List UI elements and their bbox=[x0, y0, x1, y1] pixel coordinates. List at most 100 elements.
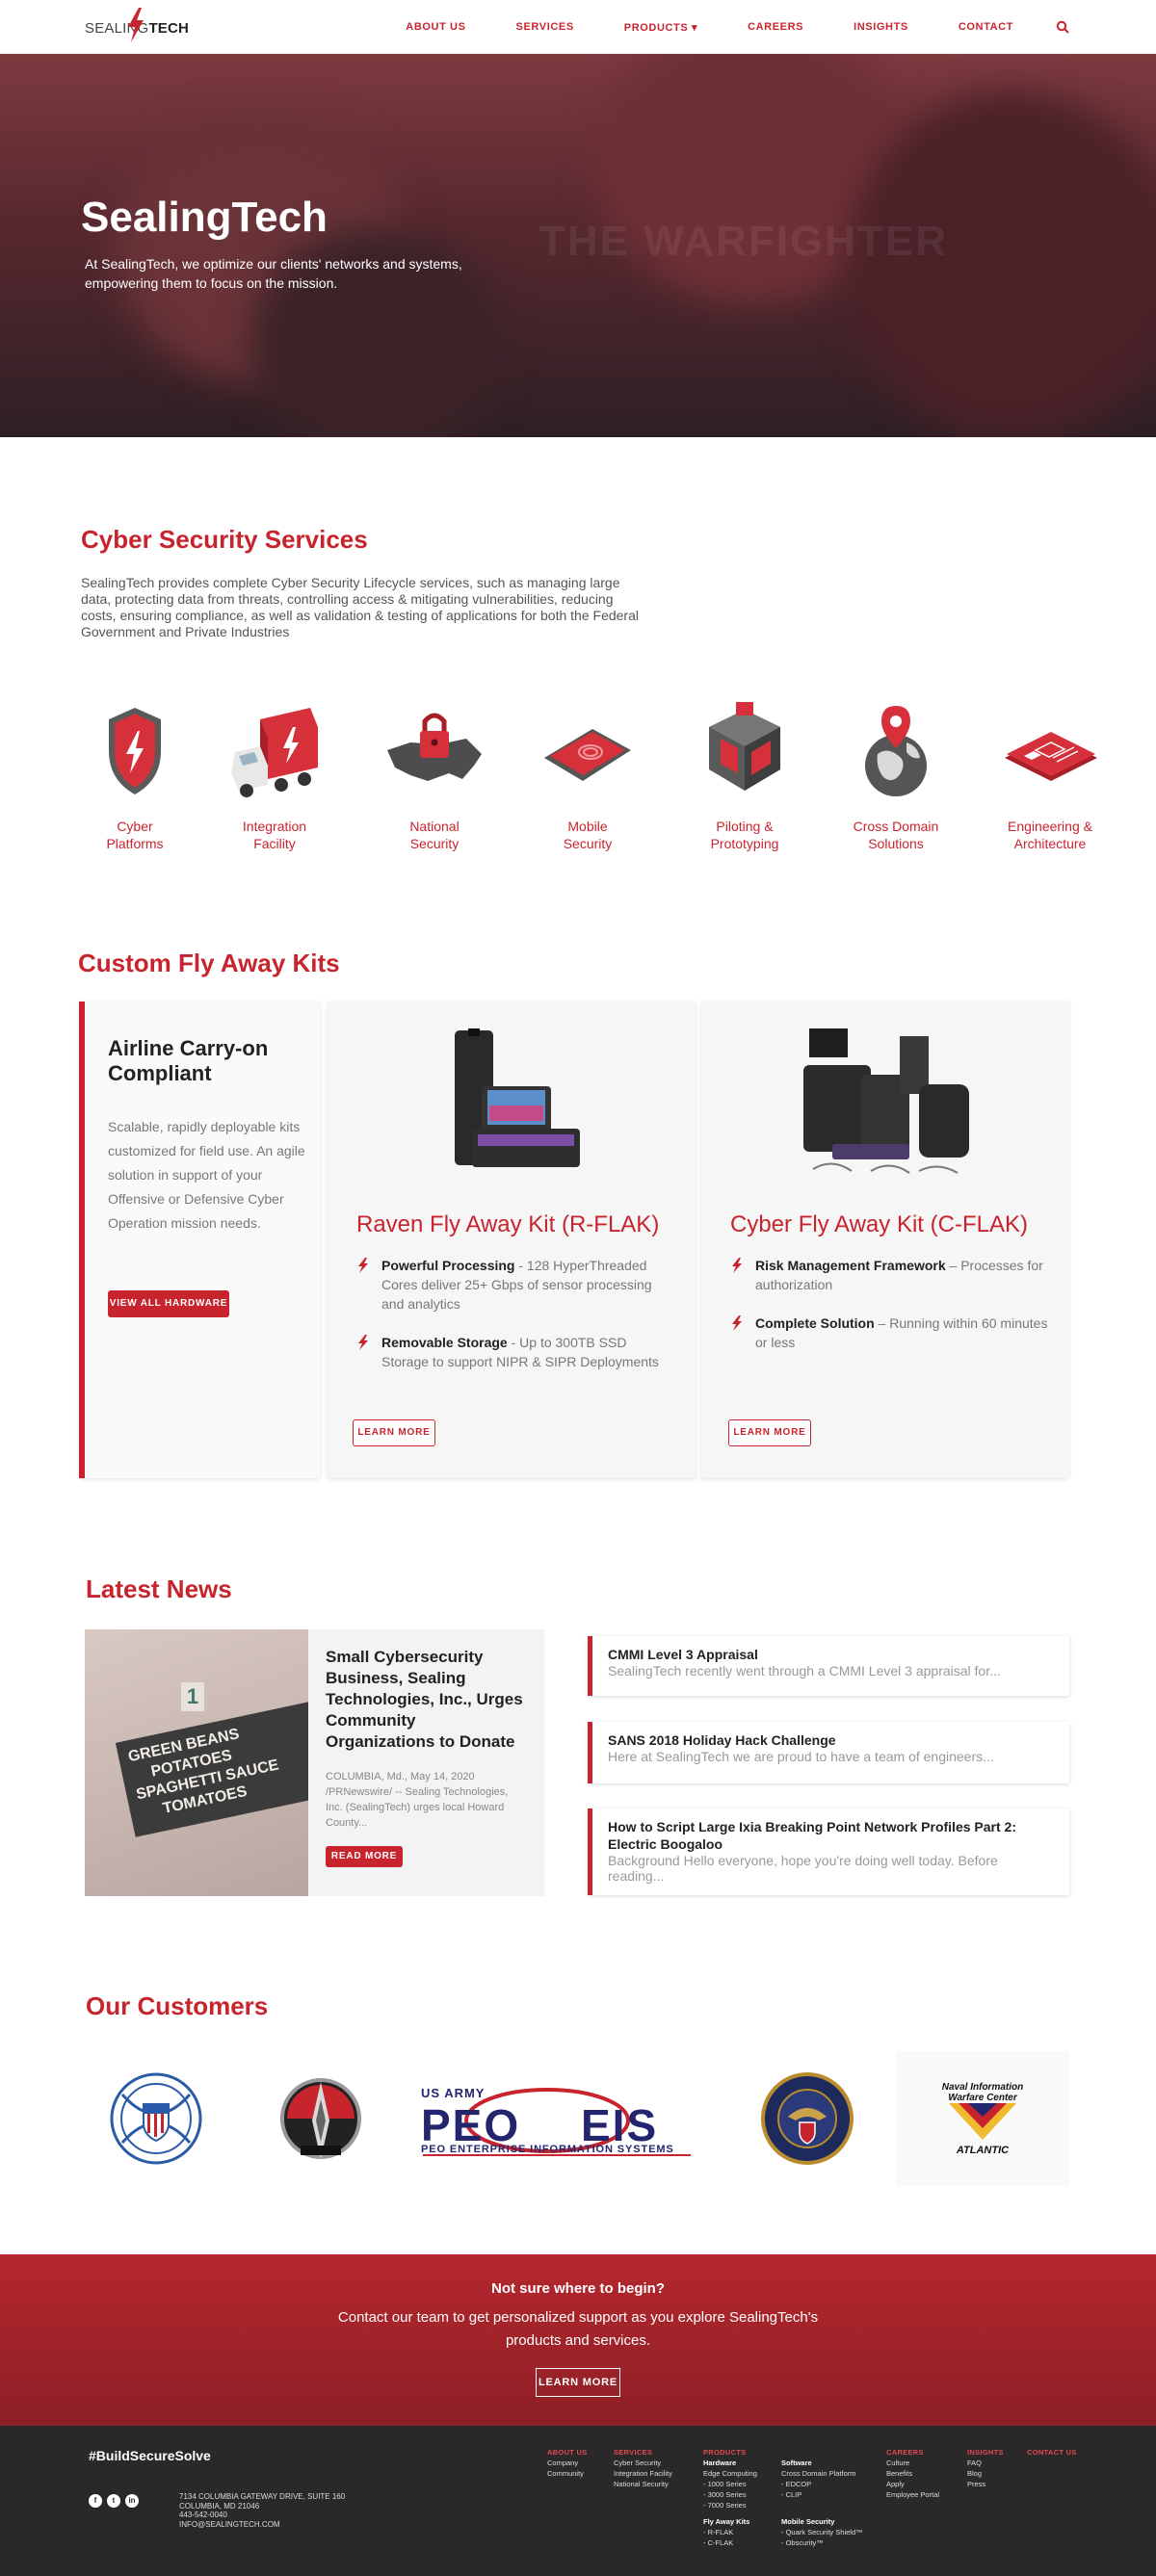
footer-heading[interactable]: ABOUT US bbox=[547, 2447, 588, 2458]
footer-subheading[interactable]: Fly Away Kits bbox=[703, 2516, 757, 2527]
service-label-line2: Security bbox=[563, 836, 613, 851]
footer-link[interactable]: Cyber Security bbox=[614, 2458, 672, 2468]
footer-link[interactable]: National Security bbox=[614, 2479, 672, 2489]
footer-heading[interactable]: INSIGHTS bbox=[967, 2447, 1004, 2458]
service-cross-domain-solutions[interactable]: Cross Domain Solutions bbox=[828, 698, 963, 852]
customer-dinfos bbox=[258, 2051, 383, 2186]
news-item-ixia[interactable]: How to Script Large Ixia Breaking Point … bbox=[588, 1808, 1069, 1895]
footer-link[interactable]: - 3000 Series bbox=[703, 2489, 757, 2500]
footer-link[interactable]: Benefits bbox=[886, 2468, 939, 2479]
service-label-line1: Piloting & bbox=[716, 819, 774, 834]
cflak-feature-complete: Complete Solution – Running within 60 mi… bbox=[730, 1314, 1048, 1352]
footer: #BuildSecureSolve f t in 7134 COLUMBIA G… bbox=[0, 2426, 1156, 2576]
truck-icon bbox=[231, 708, 318, 797]
coast-guard-seal-icon bbox=[110, 2072, 202, 2165]
footer-address: 7134 COLUMBIA GATEWAY DRIVE, SUITE 160 C… bbox=[179, 2492, 345, 2529]
footer-link[interactable]: - CLIP bbox=[781, 2489, 863, 2500]
footer-link[interactable]: - EDCOP bbox=[781, 2479, 863, 2489]
featured-news-card[interactable]: 1 GREEN BEANS POTATOES SPAGHETTI SAUCE T… bbox=[85, 1629, 544, 1896]
footer-link[interactable]: Integration Facility bbox=[614, 2468, 672, 2479]
rflak-learn-more-button[interactable]: LEARN MORE bbox=[353, 1419, 435, 1446]
footer-link[interactable]: Apply bbox=[886, 2479, 939, 2489]
service-cyber-platforms[interactable]: Cyber Platforms bbox=[67, 698, 202, 852]
service-engineering-architecture[interactable]: Engineering & Architecture bbox=[983, 698, 1117, 852]
peo-subtitle: PEO ENTERPRISE INFORMATION SYSTEMS bbox=[421, 2144, 674, 2155]
twitter-icon[interactable]: t bbox=[107, 2494, 120, 2508]
footer-link[interactable]: - Quark Security Shield™ bbox=[781, 2527, 863, 2537]
aisle-sign: GREEN BEANS POTATOES SPAGHETTI SAUCE TOM… bbox=[115, 1701, 308, 1837]
footer-link[interactable]: - 7000 Series bbox=[703, 2500, 757, 2511]
news-item-desc: SealingTech recently went through a CMMI… bbox=[608, 1663, 1001, 1678]
news-item-sans[interactable]: SANS 2018 Holiday Hack Challenge Here at… bbox=[588, 1722, 1069, 1783]
service-label-line2: Architecture bbox=[1013, 836, 1087, 851]
news-item-title: SANS 2018 Holiday Hack Challenge bbox=[608, 1732, 836, 1748]
nav-about-us[interactable]: ABOUT US bbox=[406, 21, 465, 33]
view-all-hardware-button[interactable]: VIEW ALL HARDWARE bbox=[108, 1290, 229, 1317]
footer-link[interactable]: Cross Domain Platform bbox=[781, 2468, 863, 2479]
service-label-line1: Cyber bbox=[117, 819, 153, 834]
footer-subheading[interactable]: Hardware bbox=[703, 2458, 757, 2468]
service-piloting-prototyping[interactable]: Piloting & Prototyping bbox=[677, 698, 812, 852]
footer-link[interactable]: Blog bbox=[967, 2468, 1004, 2479]
customer-logos: US ARMY PEO EIS PEO ENTERPRISE INFORMATI… bbox=[85, 2051, 1069, 2186]
footer-link[interactable]: - C-FLAK bbox=[703, 2537, 757, 2548]
fly-away-kits-title: Custom Fly Away Kits bbox=[78, 949, 340, 977]
service-label-line2: Security bbox=[409, 836, 460, 851]
rflak-product-image bbox=[455, 1028, 580, 1167]
footer-link[interactable]: Company bbox=[547, 2458, 588, 2468]
lightning-bolt-icon bbox=[358, 1335, 368, 1350]
footer-link[interactable]: - Obscurity™ bbox=[781, 2537, 863, 2548]
footer-link[interactable]: - R-FLAK bbox=[703, 2527, 757, 2537]
search-icon[interactable] bbox=[1056, 20, 1069, 34]
news-item-cmmi[interactable]: CMMI Level 3 Appraisal SealingTech recen… bbox=[588, 1636, 1069, 1696]
footer-col-software: Software Cross Domain Platform - EDCOP -… bbox=[781, 2458, 863, 2548]
nav-products[interactable]: PRODUCTS ▾ bbox=[624, 21, 697, 34]
footer-link[interactable]: Press bbox=[967, 2479, 1004, 2489]
nav-insights[interactable]: INSIGHTS bbox=[854, 21, 908, 33]
footer-col-products: PRODUCTS Hardware Edge Computing - 1000 … bbox=[703, 2447, 757, 2548]
footer-link[interactable]: Culture bbox=[886, 2458, 939, 2468]
phone-link[interactable]: 443-542-0040 bbox=[179, 2511, 345, 2520]
service-mobile-security[interactable]: Mobile Security bbox=[520, 698, 655, 852]
peo-eis-logo: US ARMY PEO EIS PEO ENTERPRISE INFORMATI… bbox=[417, 2070, 696, 2167]
footer-heading[interactable]: SERVICES bbox=[614, 2447, 672, 2458]
facebook-icon[interactable]: f bbox=[89, 2494, 102, 2508]
footer-col-insights: INSIGHTS FAQ Blog Press bbox=[967, 2447, 1004, 2489]
footer-link[interactable]: - 1000 Series bbox=[703, 2479, 757, 2489]
footer-subheading[interactable]: Mobile Security bbox=[781, 2516, 863, 2527]
hero-subtitle: At SealingTech, we optimize our clients'… bbox=[85, 256, 462, 291]
footer-link[interactable]: Edge Computing bbox=[703, 2468, 757, 2479]
footer-heading[interactable]: PRODUCTS bbox=[703, 2447, 757, 2458]
nav-careers[interactable]: CAREERS bbox=[748, 21, 803, 33]
email-link[interactable]: INFO@SEALINGTECH.COM bbox=[179, 2520, 345, 2530]
read-more-button[interactable]: READ MORE bbox=[326, 1846, 403, 1867]
footer-heading[interactable]: CONTACT US bbox=[1027, 2447, 1077, 2458]
footer-link[interactable]: FAQ bbox=[967, 2458, 1004, 2468]
linkedin-icon[interactable]: in bbox=[125, 2494, 139, 2508]
rflak-feature-storage: Removable Storage - Up to 300TB SSD Stor… bbox=[356, 1333, 674, 1371]
chevron-down-icon: ▾ bbox=[691, 21, 698, 34]
service-national-security[interactable]: National Security bbox=[367, 698, 502, 852]
customer-dtra bbox=[749, 2051, 865, 2186]
blueprint-icon bbox=[1005, 732, 1097, 781]
rflak-title: Raven Fly Away Kit (R-FLAK) bbox=[356, 1211, 660, 1237]
footer-col-services: SERVICES Cyber Security Integration Faci… bbox=[614, 2447, 672, 2489]
lightning-bolt-icon bbox=[732, 1258, 742, 1273]
logo[interactable]: SEALINGTECH bbox=[85, 8, 189, 42]
cflak-card: Cyber Fly Away Kit (C-FLAK) Risk Managem… bbox=[701, 1002, 1069, 1478]
nav-products-label: PRODUCTS bbox=[623, 21, 689, 34]
cta-learn-more-button[interactable]: LEARN MORE bbox=[536, 2368, 620, 2397]
footer-heading[interactable]: CAREERS bbox=[886, 2447, 939, 2458]
service-label-line2: Platforms bbox=[106, 836, 164, 851]
nav-services[interactable]: SERVICES bbox=[516, 21, 574, 33]
nav-contact[interactable]: CONTACT bbox=[959, 21, 1013, 33]
news-item-desc: Background Hello everyone, hope you're d… bbox=[608, 1853, 998, 1884]
footer-subheading[interactable]: Software bbox=[781, 2458, 863, 2468]
footer-link[interactable]: Employee Portal bbox=[886, 2489, 939, 2500]
rflak-card: Raven Fly Away Kit (R-FLAK) Powerful Pro… bbox=[328, 1002, 696, 1478]
service-integration-facility[interactable]: Integration Facility bbox=[207, 698, 342, 852]
cflak-learn-more-button[interactable]: LEARN MORE bbox=[728, 1419, 811, 1446]
footer-link[interactable]: Community bbox=[547, 2468, 588, 2479]
cflak-f1-bold: Risk Management Framework bbox=[755, 1258, 946, 1273]
rflak-f2-bold: Removable Storage bbox=[381, 1335, 508, 1350]
